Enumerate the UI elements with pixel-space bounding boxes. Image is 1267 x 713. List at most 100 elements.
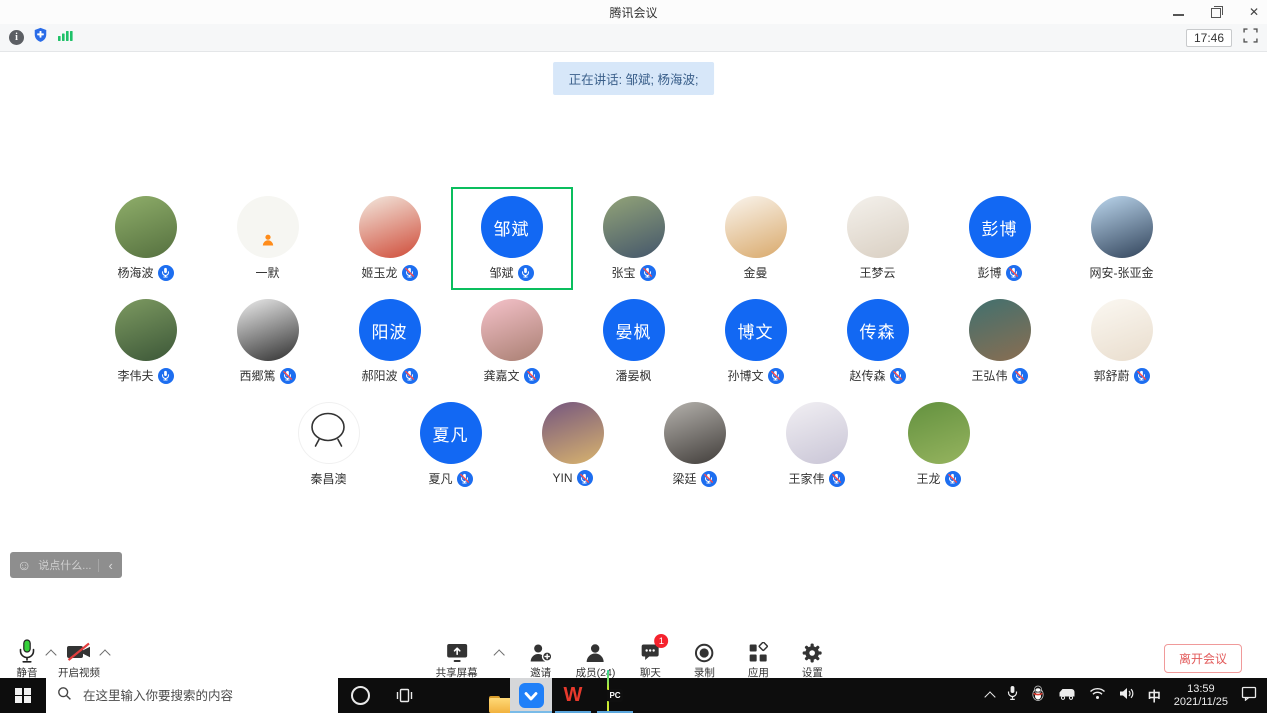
participant-name: 西郷篤: [239, 367, 275, 384]
clock-time: 13:59: [1187, 683, 1215, 696]
participant-tile[interactable]: 龚嘉文: [451, 290, 573, 393]
quick-chat-bar[interactable]: ☺ 说点什么... ‹: [10, 552, 122, 578]
tencent-meeting-icon: [519, 683, 544, 708]
participant-tile[interactable]: 王弘伟: [939, 290, 1061, 393]
chat-input-placeholder[interactable]: 说点什么...: [38, 557, 91, 573]
participant-name: 杨海波: [117, 264, 153, 281]
participant-name: 秦昌澳: [310, 470, 346, 487]
participant-tile[interactable]: 张宝: [573, 187, 695, 290]
participant-name: 王家伟: [788, 470, 824, 487]
meeting-info-icon[interactable]: i: [9, 30, 24, 45]
taskbar-apps: WPC: [426, 678, 636, 713]
ime-indicator[interactable]: 中: [1148, 686, 1161, 705]
participant-name: 王弘伟: [971, 367, 1007, 384]
mic-muted-icon: [890, 368, 906, 384]
participant-tile[interactable]: 夏凡夏凡: [390, 393, 512, 496]
mic-muted-icon: [577, 470, 593, 486]
participant-tile[interactable]: 晏枫潘晏枫: [573, 290, 695, 393]
share-options-caret-icon[interactable]: [493, 649, 504, 660]
mic-muted-icon: [945, 471, 961, 487]
wps-taskbar-button[interactable]: W: [552, 678, 594, 713]
participant-tile[interactable]: 西郷篤: [207, 290, 329, 393]
start-video-button[interactable]: 开启视频: [58, 639, 100, 680]
avatar: 彭博: [969, 196, 1031, 258]
taskbar-clock[interactable]: 13:59 2021/11/25: [1174, 683, 1228, 709]
meeting-duration: 17:46: [1186, 29, 1232, 47]
share-button[interactable]: 共享屏幕: [436, 639, 478, 680]
members-icon: [585, 639, 607, 664]
search-input[interactable]: [81, 688, 327, 704]
avatar: [115, 299, 177, 361]
taskbar-search[interactable]: [46, 678, 338, 713]
participant-name: 王梦云: [859, 264, 895, 281]
participant-name: 夏凡: [428, 470, 452, 487]
apps-button[interactable]: 应用: [739, 639, 777, 680]
edge-taskbar-button[interactable]: [426, 678, 468, 713]
collapse-chat-icon[interactable]: ‹: [106, 559, 114, 572]
network-signal-icon[interactable]: [57, 28, 73, 47]
participant-tile[interactable]: 梁廷: [634, 393, 756, 496]
participant-tile[interactable]: 邹斌邹斌: [451, 187, 573, 290]
security-shield-icon[interactable]: [33, 27, 48, 48]
avatar: [969, 299, 1031, 361]
participant-tile[interactable]: 李伟夫: [85, 290, 207, 393]
close-button[interactable]: ✕: [1247, 5, 1261, 19]
windows-logo-icon: [15, 688, 31, 704]
chat-button[interactable]: 聊天1: [631, 639, 669, 680]
tray-volume-icon[interactable]: [1119, 687, 1135, 705]
leave-meeting-button[interactable]: 离开会议: [1164, 644, 1242, 673]
explorer-taskbar-button[interactable]: [468, 678, 510, 713]
participant-tile[interactable]: 秦昌澳: [268, 393, 390, 496]
participant-tile[interactable]: 博文孙博文: [695, 290, 817, 393]
action-center-icon[interactable]: [1241, 686, 1257, 706]
cortana-button[interactable]: [338, 678, 382, 713]
settings-button[interactable]: 设置: [793, 639, 831, 680]
restore-button[interactable]: [1209, 5, 1223, 19]
participant-tile[interactable]: 一默: [207, 187, 329, 290]
tray-wifi-icon[interactable]: [1089, 687, 1106, 705]
tray-qq-icon[interactable]: [1031, 685, 1045, 706]
avatar: [1091, 299, 1153, 361]
mic-options-caret-icon[interactable]: [45, 649, 56, 660]
record-button[interactable]: 录制: [685, 639, 723, 680]
participant-tile[interactable]: 王龙: [878, 393, 1000, 496]
participant-name: 郭舒蔚: [1093, 367, 1129, 384]
divider: [98, 559, 99, 572]
hidden-icons-caret-icon[interactable]: [984, 691, 995, 702]
participant-tile[interactable]: 传森赵传森: [817, 290, 939, 393]
avatar: [1091, 196, 1153, 258]
participant-name: YIN: [552, 471, 572, 485]
participant-row: 杨海波 一默姬玉龙邹斌邹斌张宝金曼 王梦云 彭博彭博网安-张亚金: [0, 187, 1267, 290]
participant-tile[interactable]: 金曼: [695, 187, 817, 290]
participant-tile[interactable]: 彭博彭博: [939, 187, 1061, 290]
pycharm-taskbar-button[interactable]: PC: [594, 678, 636, 713]
task-view-icon: [396, 688, 413, 703]
start-button[interactable]: [0, 678, 46, 713]
participant-tile[interactable]: 杨海波: [85, 187, 207, 290]
participant-name: 金曼: [743, 264, 767, 281]
participant-name: 网安-张亚金: [1090, 264, 1154, 281]
participant-tile[interactable]: 姬玉龙: [329, 187, 451, 290]
mic-on-icon: [518, 265, 534, 281]
participant-tile[interactable]: 网安-张亚金: [1061, 187, 1183, 290]
avatar: 夏凡: [420, 402, 482, 464]
participant-tile[interactable]: 王梦云: [817, 187, 939, 290]
participant-tile[interactable]: 阳波郝阳波: [329, 290, 451, 393]
emoji-icon[interactable]: ☺: [17, 558, 31, 572]
mic-muted-icon: [280, 368, 296, 384]
mute-button[interactable]: 静音: [8, 639, 46, 680]
tray-app-icon[interactable]: [1058, 687, 1076, 705]
participant-tile[interactable]: 郭舒蔚: [1061, 290, 1183, 393]
participant-tile[interactable]: 王家伟: [756, 393, 878, 496]
tencent-meeting-taskbar-button[interactable]: [510, 678, 552, 713]
minimize-button[interactable]: [1171, 5, 1185, 19]
tray-microphone-icon[interactable]: [1007, 685, 1018, 706]
task-view-button[interactable]: [382, 678, 426, 713]
microphone-on-icon: [15, 639, 39, 664]
fullscreen-icon[interactable]: [1243, 28, 1258, 48]
invite-button[interactable]: 邀请: [522, 639, 560, 680]
video-options-caret-icon[interactable]: [99, 649, 110, 660]
avatar: [847, 196, 909, 258]
participant-tile[interactable]: YIN: [512, 393, 634, 496]
avatar: 邹斌: [481, 196, 543, 258]
